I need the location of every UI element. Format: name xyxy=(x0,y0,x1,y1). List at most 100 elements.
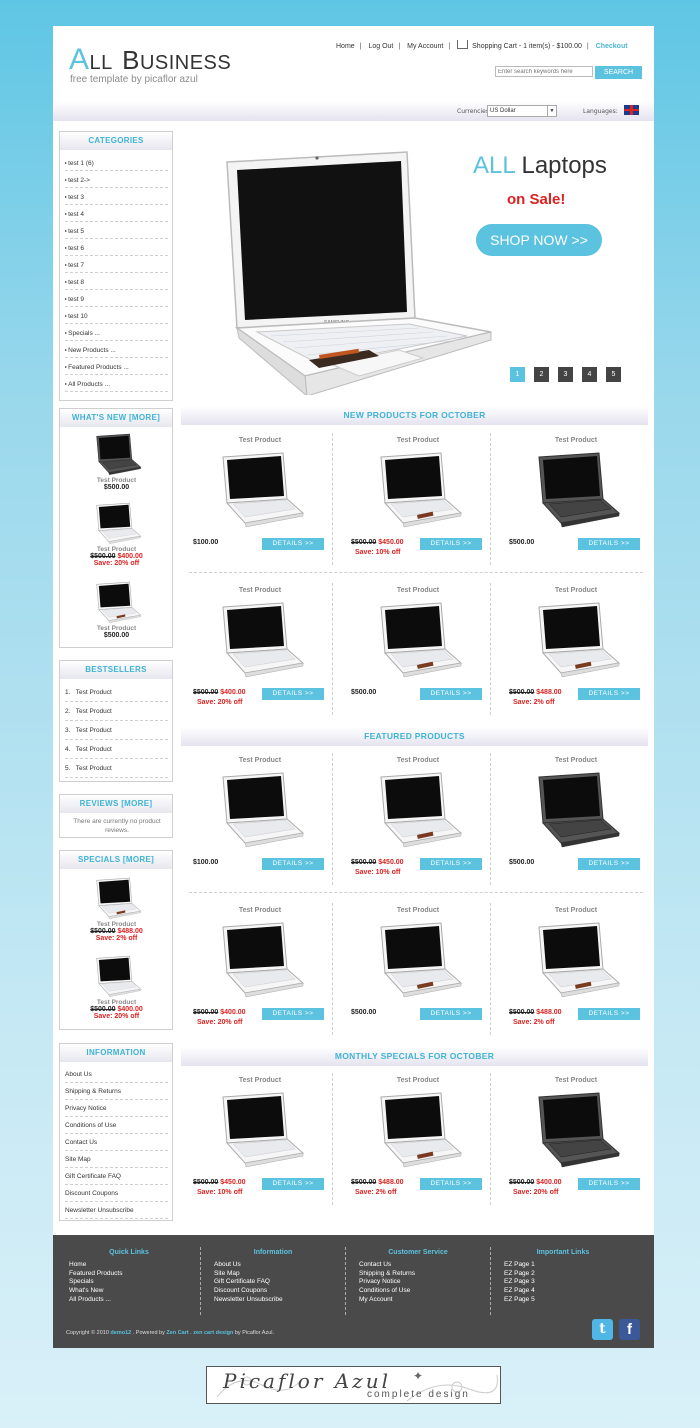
product-image[interactable] xyxy=(215,1091,305,1171)
reviews-title[interactable]: REVIEWS [MORE] xyxy=(60,795,172,813)
demo-link[interactable]: demo12 xyxy=(110,1330,131,1336)
footer-link[interactable]: Newsletter Unsubscribe xyxy=(214,1296,343,1305)
product-image[interactable] xyxy=(373,921,463,1001)
details-button[interactable]: DETAILS >> xyxy=(262,1008,324,1020)
product-card[interactable]: Test Product $500.00 $400.00 Save: 20% off… xyxy=(501,1067,651,1207)
designer-banner[interactable]: Picaflor Azul ✦ complete design xyxy=(206,1366,501,1404)
category-item[interactable]: ▸ test 10 xyxy=(65,307,168,324)
category-item[interactable]: ▸ New Products ... xyxy=(65,341,168,358)
product-card[interactable]: Test Product $500.00 $488.00 Save: 2% off D… xyxy=(343,1067,493,1207)
product-card[interactable]: Test Product $500.00 $400.00 Save: 20% off… xyxy=(185,897,335,1037)
footer-link[interactable]: Contact Us xyxy=(359,1261,488,1270)
side-product[interactable]: Test Product $500.00 xyxy=(60,433,173,491)
details-button[interactable]: DETAILS >> xyxy=(262,1178,324,1190)
product-name[interactable]: Test Product xyxy=(501,437,651,444)
category-item[interactable]: ▸ All Products ... xyxy=(65,375,168,392)
cart-summary-link[interactable]: Shopping Cart - 1 item(s) - $100.00 xyxy=(472,43,582,50)
footer-link[interactable]: EZ Page 2 xyxy=(504,1270,633,1279)
facebook-icon[interactable]: f xyxy=(619,1319,640,1340)
footer-link[interactable]: Gift Certificate FAQ xyxy=(214,1278,343,1287)
product-image[interactable] xyxy=(531,451,621,531)
hero-slider[interactable]: SAMSUNG ALL Laptops on Sale! SHOP NOW >>… xyxy=(181,126,648,401)
product-image[interactable] xyxy=(215,601,305,681)
footer-link[interactable]: EZ Page 3 xyxy=(504,1278,633,1287)
footer-link[interactable]: Site Map xyxy=(214,1270,343,1279)
product-image[interactable] xyxy=(531,601,621,681)
product-name[interactable]: Test Product xyxy=(343,437,493,444)
details-button[interactable]: DETAILS >> xyxy=(420,858,482,870)
information-link[interactable]: Contact Us xyxy=(65,1134,168,1151)
category-item[interactable]: ▸ test 7 xyxy=(65,256,168,273)
nav-logout-link[interactable]: Log Out xyxy=(368,43,393,50)
slider-page-1[interactable]: 1 xyxy=(510,367,525,382)
cart-icon[interactable] xyxy=(457,40,469,49)
product-name[interactable]: Test Product xyxy=(185,587,335,594)
bestseller-item[interactable]: 3. Test Product xyxy=(65,721,168,740)
product-thumbnail[interactable] xyxy=(92,581,142,625)
category-item[interactable]: ▸ Specials ... xyxy=(65,324,168,341)
product-image[interactable] xyxy=(373,601,463,681)
slider-page-3[interactable]: 3 xyxy=(558,367,573,382)
product-image[interactable] xyxy=(373,451,463,531)
product-card[interactable]: Test Product $500.00 $450.00 Save: 10% off… xyxy=(185,1067,335,1207)
footer-link[interactable]: EZ Page 4 xyxy=(504,1287,633,1296)
details-button[interactable]: DETAILS >> xyxy=(262,858,324,870)
details-button[interactable]: DETAILS >> xyxy=(420,1008,482,1020)
product-name[interactable]: Test Product xyxy=(501,757,651,764)
nav-account-link[interactable]: My Account xyxy=(407,43,443,50)
product-card[interactable]: Test Product $500.00 $400.00 Save: 20% off… xyxy=(185,577,335,717)
product-name[interactable]: Test Product xyxy=(60,921,173,928)
product-card[interactable]: Test Product $500.00 DETAILS >> xyxy=(343,897,493,1037)
information-link[interactable]: Discount Coupons xyxy=(65,1185,168,1202)
product-name[interactable]: Test Product xyxy=(60,999,173,1006)
product-name[interactable]: Test Product xyxy=(343,757,493,764)
twitter-icon[interactable]: t xyxy=(592,1319,613,1340)
product-card[interactable]: Test Product $500.00 $488.00 Save: 2% off D… xyxy=(501,897,651,1037)
checkout-link[interactable]: Checkout xyxy=(596,43,628,50)
shop-now-button[interactable]: SHOP NOW >> xyxy=(476,224,602,256)
product-card[interactable]: Test Product $500.00 DETAILS >> xyxy=(501,747,651,887)
details-button[interactable]: DETAILS >> xyxy=(262,688,324,700)
footer-link[interactable]: EZ Page 1 xyxy=(504,1261,633,1270)
zen-cart-link[interactable]: Zen Cart xyxy=(166,1330,188,1336)
details-button[interactable]: DETAILS >> xyxy=(578,538,640,550)
footer-link[interactable]: About Us xyxy=(214,1261,343,1270)
category-item[interactable]: ▸ test 1 (6) xyxy=(65,154,168,171)
product-name[interactable]: Test Product xyxy=(185,1077,335,1084)
specials-title[interactable]: SPECIALS [MORE] xyxy=(60,851,172,869)
details-button[interactable]: DETAILS >> xyxy=(420,1178,482,1190)
product-name[interactable]: Test Product xyxy=(60,477,173,484)
footer-link[interactable]: Specials xyxy=(69,1278,199,1287)
product-image[interactable] xyxy=(215,451,305,531)
side-product[interactable]: Test Product $500.00 $488.00 Save: 2% off xyxy=(60,877,173,942)
category-item[interactable]: ▸ test 6 xyxy=(65,239,168,256)
product-name[interactable]: Test Product xyxy=(501,587,651,594)
product-name[interactable]: Test Product xyxy=(60,546,173,553)
details-button[interactable]: DETAILS >> xyxy=(420,538,482,550)
footer-link[interactable]: Conditions of Use xyxy=(359,1287,488,1296)
product-card[interactable]: Test Product $500.00 DETAILS >> xyxy=(501,427,651,567)
product-name[interactable]: Test Product xyxy=(501,907,651,914)
category-item[interactable]: ▸ test 3 xyxy=(65,188,168,205)
information-link[interactable]: Conditions of Use xyxy=(65,1117,168,1134)
product-name[interactable]: Test Product xyxy=(60,625,173,632)
information-link[interactable]: Privacy Notice xyxy=(65,1100,168,1117)
category-item[interactable]: ▸ test 2-> xyxy=(65,171,168,188)
product-image[interactable] xyxy=(531,1091,621,1171)
product-name[interactable]: Test Product xyxy=(343,587,493,594)
category-item[interactable]: ▸ test 8 xyxy=(65,273,168,290)
product-name[interactable]: Test Product xyxy=(343,1077,493,1084)
bestseller-item[interactable]: 1. Test Product xyxy=(65,683,168,702)
information-link[interactable]: Site Map xyxy=(65,1151,168,1168)
details-button[interactable]: DETAILS >> xyxy=(578,1178,640,1190)
footer-link[interactable]: Discount Coupons xyxy=(214,1287,343,1296)
information-link[interactable]: Gift Certificate FAQ xyxy=(65,1168,168,1185)
zen-cart-design-link[interactable]: zen cart design xyxy=(193,1330,233,1336)
information-link[interactable]: Shipping & Returns xyxy=(65,1083,168,1100)
product-card[interactable]: Test Product $100.00 DETAILS >> xyxy=(185,747,335,887)
whats-new-title[interactable]: WHAT'S NEW [MORE] xyxy=(60,409,172,427)
product-card[interactable]: Test Product $500.00 $450.00 Save: 10% off… xyxy=(343,747,493,887)
category-item[interactable]: ▸ test 9 xyxy=(65,290,168,307)
product-image[interactable] xyxy=(531,921,621,1001)
product-thumbnail[interactable] xyxy=(92,955,142,999)
